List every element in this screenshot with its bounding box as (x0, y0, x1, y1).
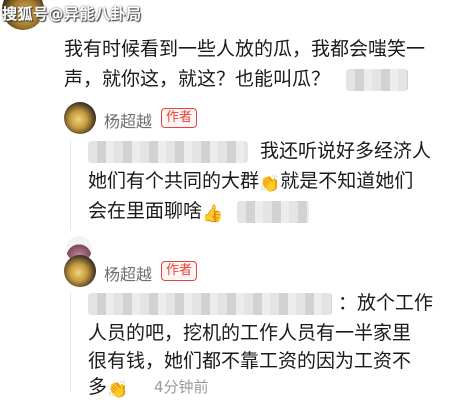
avatar[interactable] (64, 102, 96, 134)
comment-text: 声，就你这，就这？也能叫瓜？ (64, 68, 331, 90)
thumbs-up-icon: 👍 (202, 204, 224, 224)
comment-text: 她们有个共同的大群 (88, 170, 260, 192)
avatar[interactable] (64, 255, 96, 287)
thread-line (70, 140, 71, 230)
comment-text: 多 (88, 376, 108, 398)
comment-text-line: 会在里面聊啥👍 (88, 196, 310, 229)
username[interactable]: 杨超越 (104, 108, 152, 132)
comment-text-line: ：放个工作 (88, 288, 433, 318)
author-badge: 作者 (161, 108, 198, 128)
timestamp: 4分钟前 (154, 378, 209, 396)
blurred-text (88, 140, 248, 163)
comment-text-line: 声，就你这，就这？也能叫瓜？ (64, 64, 409, 94)
clapping-hands-icon: 👏 (259, 174, 281, 194)
comment-text-line: 人员的吧，挖机的工作人员有一半家里 (88, 322, 412, 344)
clapping-hands-icon: 👏 (107, 380, 129, 400)
blurred-text (237, 200, 310, 223)
comment-text-line: 多👏 (88, 372, 128, 405)
blurred-text (346, 68, 409, 91)
comment-text-line: 很有钱，她们都不靠工资的因为工资不 (88, 350, 412, 372)
comment-text: ：放个工作 (338, 292, 434, 314)
comment-text: 就是不知道她们 (280, 170, 414, 192)
comment-text: 会在里面聊啥 (88, 200, 203, 222)
thread-line (70, 292, 71, 392)
comment-text-line: 她们有个共同的大群👏就是不知道她们 (88, 166, 413, 199)
blurred-text (88, 292, 332, 315)
comment-text-line: 我还听说好多经济人 (88, 136, 431, 166)
comment-text: 我还听说好多经济人 (260, 140, 432, 162)
username[interactable]: 杨超越 (104, 261, 152, 285)
watermark: 搜狐号@异能八卦局 (2, 5, 142, 23)
author-badge: 作者 (161, 261, 198, 281)
comment-text-line: 我有时候看到一些人放的瓜，我都会嗤笑一 (64, 38, 426, 60)
